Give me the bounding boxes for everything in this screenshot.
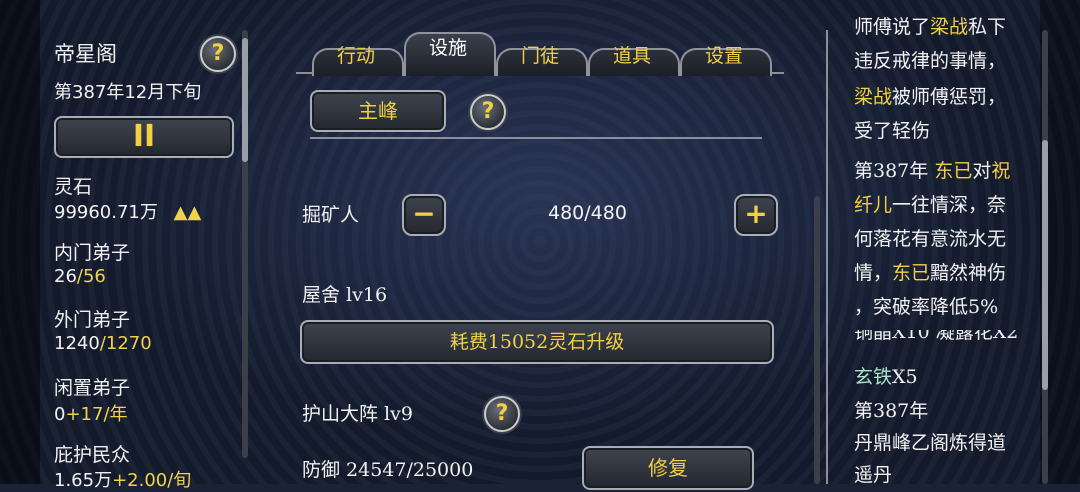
protected-people-label: 庇护民众 [54,444,131,466]
character-name: 梁战 [930,16,969,38]
upgrade-house-button[interactable]: 耗费15052灵石升级 [300,320,774,364]
idle-disciples-count: 0 [54,404,66,425]
log-line: 违反戒律的事情， [854,50,1007,72]
tab-disciples[interactable]: 门徒 [496,38,588,76]
character-name: 东已 [934,160,973,182]
repair-label: 修复 [648,456,688,480]
item-count: X5 [892,366,918,388]
tab-disciples-label: 门徒 [520,45,559,67]
tab-facilities[interactable]: 设施 [404,28,496,76]
log-line: 何落花有意流水无 [854,228,1007,250]
inner-disciples-cap: /56 [76,266,106,287]
log-line: 遥丹 [854,464,893,486]
tab-items[interactable]: 道具 [588,38,680,76]
tab-settings-label: 设置 [704,45,743,67]
decrease-miners-button[interactable]: − [402,194,446,236]
tab-facilities-label: 设施 [428,37,467,59]
house-level: 屋舍 lv16 [302,284,388,306]
log-line: 师傅说了梁战私下 [854,12,1006,39]
log-text: 师傅说了 [854,16,931,38]
mountain-array-level: 护山大阵 lv9 [302,403,413,425]
log-text: 黯然神伤 [930,262,1007,284]
outer-disciples-cap: /1270 [99,333,152,354]
sidebar-scroll-thumb[interactable] [242,38,248,162]
log-text: 私下 [968,16,1007,38]
log-line: 受了轻伤 [854,120,931,142]
log-text: 情， [854,262,893,284]
outer-disciples-count: 1240 [54,333,100,354]
log-text: 一往情深，奈 [892,194,1007,216]
pause-icon: II [132,119,156,154]
inner-disciples-label: 内门弟子 [54,242,131,264]
protected-people-rate: +2.00/旬 [112,470,192,491]
inner-disciples-count: 26 [54,266,77,287]
character-name: 东已 [892,262,931,284]
tab-actions[interactable]: 行动 [312,38,404,76]
log-line: ，突破率降低5% [854,296,999,318]
tab-items-label: 道具 [612,45,651,67]
game-date: 第387年12月下旬 [54,82,202,103]
question-icon: ? [495,401,509,426]
left-ornament [0,0,40,484]
log-line: 第387年 [854,400,929,422]
log-divider [826,30,828,484]
defense-value: 防御 24547/25000 [302,459,474,481]
log-line: 情，东已黯然神伤 [854,258,1006,285]
main-peak-label: 主峰 [358,99,398,123]
tab-actions-label: 行动 [336,45,375,67]
log-line-cut: 铜晶X10 凝露花X2 [854,330,1019,343]
log-text: 对 [972,160,992,182]
log-scroll-thumb[interactable] [1042,140,1048,390]
spirit-stone-amount: 99960.71万 [54,202,158,223]
inner-disciples-value: 26/56 [54,266,106,287]
miners-count: 480/480 [548,202,627,224]
idle-disciples-label: 闲置弟子 [54,377,131,399]
log-text: 第387年 [854,160,935,182]
peak-help-button[interactable]: ? [470,94,506,130]
increase-arrows-icon: ▲▲ [173,202,202,223]
tab-settings[interactable]: 设置 [680,38,772,76]
sect-name: 帝星阁 [54,42,117,66]
increase-miners-button[interactable]: + [734,194,778,236]
question-icon: ? [481,99,495,124]
log-line: 玄铁X5 [854,362,918,389]
protected-people-value: 1.65万+2.00/旬 [54,466,191,492]
idle-disciples-rate: +17/年 [65,404,128,425]
log-line: 丹鼎峰乙阁炼得道 [854,432,1007,454]
facility-scrollbar[interactable] [814,196,820,484]
item-name: 玄铁 [854,366,893,388]
log-line: 梁战被师傅惩罚， [854,82,1006,109]
repair-button[interactable]: 修复 [582,446,754,490]
plus-icon: + [744,197,768,230]
log-line: 纤儿一往情深，奈 [854,190,1006,217]
spirit-stone-label: 灵石 [54,176,93,198]
array-help-button[interactable]: ? [484,396,520,432]
minus-icon: − [412,197,436,230]
sect-help-button[interactable]: ? [200,36,236,72]
question-icon: ? [211,41,225,66]
upgrade-house-label: 耗费15052灵石升级 [449,331,625,353]
spirit-stone-value: 99960.71万 ▲▲ [54,198,201,224]
log-text: 被师傅惩罚， [892,86,1007,108]
character-name: 梁战 [854,86,893,108]
protected-people-count: 1.65万 [54,470,113,491]
outer-disciples-value: 1240/1270 [54,333,152,354]
section-divider [310,137,762,139]
log-line: 第387年 东已对祝 [854,156,1010,183]
outer-disciples-label: 外门弟子 [54,309,131,331]
main-peak-button[interactable]: 主峰 [310,90,446,132]
pause-button[interactable]: II [54,116,234,158]
miners-label: 掘矿人 [302,204,360,226]
idle-disciples-value: 0+17/年 [54,400,128,426]
character-name: 祝 [991,160,1011,182]
character-name: 纤儿 [854,194,893,216]
